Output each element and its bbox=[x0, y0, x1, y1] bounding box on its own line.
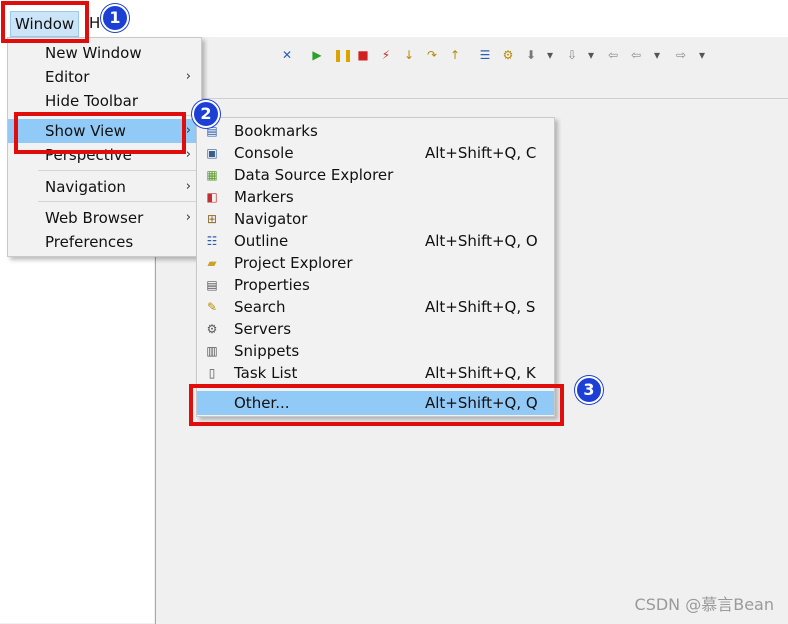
shortcut-label: Alt+Shift+Q, O bbox=[425, 232, 538, 250]
menu-item-hide-toolbar[interactable]: Hide Toolbar bbox=[8, 89, 201, 113]
step-badge-3: 3 bbox=[575, 376, 603, 404]
submenu-arrow-icon: › bbox=[185, 147, 191, 162]
annotation-box-show-view bbox=[14, 112, 186, 154]
disconnect-icon[interactable]: ⚡ bbox=[379, 48, 393, 62]
open-type-icon[interactable]: ⬇ bbox=[524, 48, 538, 62]
step-badge-2: 2 bbox=[192, 100, 220, 128]
skip-breakpoints-icon[interactable]: ✕ bbox=[280, 48, 294, 62]
menu-item-outline[interactable]: ☷ Outline Alt+Shift+Q, O bbox=[197, 229, 554, 253]
menu-item-label: Servers bbox=[234, 320, 292, 338]
menu-item-console[interactable]: ▣ Console Alt+Shift+Q, C bbox=[197, 141, 554, 165]
annotation-box-window bbox=[1, 1, 89, 43]
watermark: CSDN @慕言Bean bbox=[634, 595, 774, 614]
dropdown-icon[interactable]: ▾ bbox=[584, 48, 598, 62]
step-return-icon[interactable]: ↑ bbox=[448, 48, 462, 62]
menu-item-label: Project Explorer bbox=[234, 254, 353, 272]
menu-item-label: Outline bbox=[234, 232, 289, 250]
shortcut-label: Alt+Shift+Q, K bbox=[425, 364, 536, 382]
next-annotation-icon[interactable]: ⇩ bbox=[565, 48, 579, 62]
menu-item-label: Preferences bbox=[45, 233, 134, 251]
menu-item-label: Properties bbox=[234, 276, 310, 294]
menu-item-markers[interactable]: ◧ Markers bbox=[197, 185, 554, 209]
menu-item-bookmarks[interactable]: ▤ Bookmarks bbox=[197, 119, 554, 143]
step-badge-1: 1 bbox=[101, 4, 129, 32]
shortcut-label: Alt+Shift+Q, C bbox=[425, 144, 537, 162]
menu-item-project-explorer[interactable]: ▰ Project Explorer bbox=[197, 251, 554, 275]
properties-icon: ▤ bbox=[206, 278, 218, 292]
menu-item-data-source-explorer[interactable]: ▦ Data Source Explorer bbox=[197, 163, 554, 187]
submenu-arrow-icon: › bbox=[185, 69, 191, 84]
menu-item-navigator[interactable]: ⊞ Navigator bbox=[197, 207, 554, 231]
annotation-box-other bbox=[189, 384, 564, 426]
menu-item-label: Console bbox=[234, 144, 294, 162]
dropdown-icon[interactable]: ▾ bbox=[543, 48, 557, 62]
forward-icon[interactable]: ⇨ bbox=[674, 48, 688, 62]
task-list-icon: ▯ bbox=[208, 366, 216, 380]
menu-item-servers[interactable]: ⚙ Servers bbox=[197, 317, 554, 341]
search-icon: ✎ bbox=[206, 300, 218, 314]
menu-item-new-window[interactable]: New Window bbox=[8, 41, 201, 65]
suspend-icon[interactable]: ❚❚ bbox=[333, 48, 353, 62]
step-into-icon[interactable]: ↓ bbox=[402, 48, 416, 62]
snippets-icon: ▥ bbox=[206, 344, 218, 358]
menu-item-label: Snippets bbox=[234, 342, 300, 360]
menu-item-label: Navigation bbox=[45, 178, 126, 196]
submenu-arrow-icon: › bbox=[185, 210, 191, 225]
shortcut-label: Alt+Shift+Q, S bbox=[425, 298, 536, 316]
menu-item-label: Bookmarks bbox=[234, 122, 318, 140]
menu-item-snippets[interactable]: ▥ Snippets bbox=[197, 339, 554, 363]
step-over-icon[interactable]: ↷ bbox=[425, 48, 439, 62]
show-view-menu: ▤ Bookmarks ▣ Console Alt+Shift+Q, C ▦ D… bbox=[196, 117, 555, 417]
menu-item-label: Task List bbox=[234, 364, 298, 382]
menu-separator bbox=[38, 170, 197, 171]
navigator-icon: ⊞ bbox=[206, 212, 218, 226]
menu-item-label: Editor bbox=[45, 68, 90, 86]
submenu-arrow-icon: › bbox=[185, 123, 191, 138]
servers-icon: ⚙ bbox=[206, 322, 218, 336]
dropdown-icon[interactable]: ▾ bbox=[695, 48, 709, 62]
menu-item-label: Web Browser bbox=[45, 209, 144, 227]
menu-item-label: Hide Toolbar bbox=[45, 92, 138, 110]
menu-item-search[interactable]: ✎ Search Alt+Shift+Q, S bbox=[197, 295, 554, 319]
build-icon[interactable]: ⚙ bbox=[501, 48, 515, 62]
menu-item-label: New Window bbox=[45, 44, 142, 62]
menu-item-label: Search bbox=[234, 298, 286, 316]
menu-item-preferences[interactable]: Preferences bbox=[8, 230, 201, 254]
terminate-icon[interactable]: ■ bbox=[356, 48, 370, 62]
menu-item-web-browser[interactable]: Web Browser › bbox=[8, 206, 201, 230]
submenu-arrow-icon: › bbox=[185, 179, 191, 194]
menu-item-label: Navigator bbox=[234, 210, 308, 228]
console-icon: ▣ bbox=[206, 146, 218, 160]
toolbar: ✕ ▶ ❚❚ ■ ⚡ ↓ ↷ ↑ ☰ ⚙ ⬇ ▾ ⇩ ▾ ⇦ ⇦ ▾ ⇨ ▾ bbox=[205, 37, 788, 74]
back-icon[interactable]: ⇦ bbox=[629, 48, 643, 62]
menu-item-label: Markers bbox=[234, 188, 294, 206]
dropdown-icon[interactable]: ▾ bbox=[650, 48, 664, 62]
menu-separator bbox=[38, 201, 197, 202]
console-toolbar-icon[interactable]: ☰ bbox=[478, 48, 492, 62]
menu-item-task-list[interactable]: ▯ Task List Alt+Shift+Q, K bbox=[197, 361, 554, 385]
markers-icon: ◧ bbox=[206, 190, 218, 204]
menu-item-editor[interactable]: Editor › bbox=[8, 65, 201, 89]
menu-item-navigation[interactable]: Navigation › bbox=[8, 175, 201, 199]
menu-item-label: Data Source Explorer bbox=[234, 166, 394, 184]
resume-icon[interactable]: ▶ bbox=[310, 48, 324, 62]
outline-icon: ☷ bbox=[206, 234, 218, 248]
menu-item-properties[interactable]: ▤ Properties bbox=[197, 273, 554, 297]
data-source-explorer-icon: ▦ bbox=[206, 168, 218, 182]
project-explorer-icon: ▰ bbox=[207, 256, 217, 270]
last-edit-icon[interactable]: ⇦ bbox=[606, 48, 620, 62]
